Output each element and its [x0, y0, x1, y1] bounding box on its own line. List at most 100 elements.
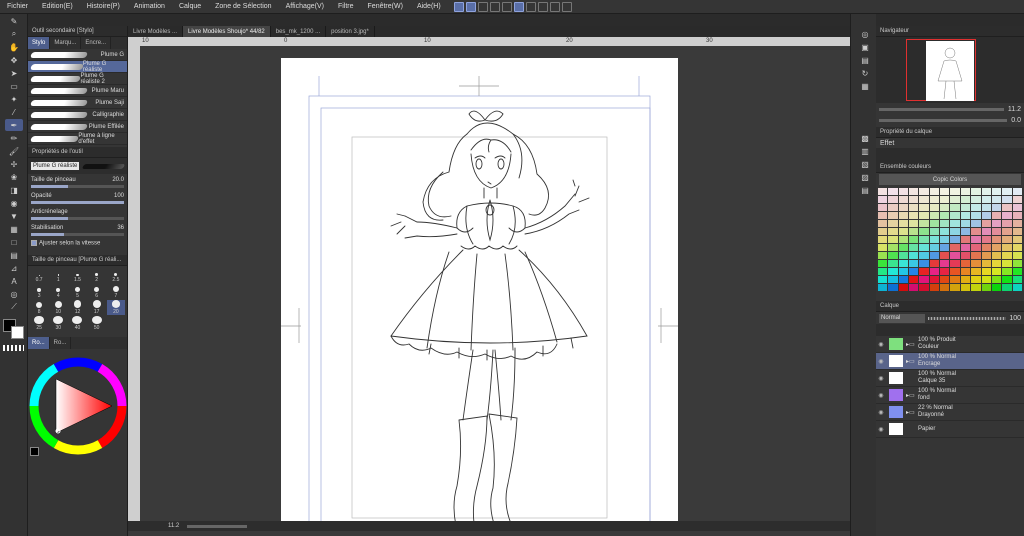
color-swatch[interactable] — [991, 244, 1002, 251]
menu-item[interactable]: Calque — [172, 3, 208, 10]
brush-size-option[interactable]: 6 — [88, 284, 106, 299]
color-swatch[interactable] — [971, 228, 981, 235]
color-swatch[interactable] — [971, 260, 981, 267]
sub-color-swatch[interactable] — [11, 326, 24, 339]
zoom-tool-icon[interactable]: ⌕ — [5, 28, 23, 40]
layer-toolbar[interactable] — [876, 324, 1024, 336]
tab-marqueur[interactable]: Marqu... — [50, 37, 82, 49]
tool-property-row[interactable]: Stabilisation 36 — [28, 222, 127, 233]
color-swatch[interactable] — [888, 268, 898, 275]
color-swatch[interactable] — [919, 260, 929, 267]
color-swatch[interactable] — [909, 204, 919, 211]
menu-item[interactable]: Fichier — [0, 3, 35, 10]
property-slider[interactable] — [31, 233, 124, 236]
color-wheel[interactable] — [28, 349, 127, 459]
blend-mode-select[interactable]: Normal — [879, 313, 925, 323]
color-swatch[interactable] — [950, 212, 960, 219]
color-swatch[interactable] — [971, 236, 981, 243]
color-swatch[interactable] — [940, 252, 950, 259]
brush-size-option[interactable]: 40 — [68, 316, 86, 331]
eye-icon[interactable]: ◉ — [876, 392, 886, 399]
color-swatch[interactable] — [981, 284, 991, 291]
brush-item[interactable]: Plume Effilée — [28, 121, 127, 133]
color-swatch[interactable] — [1012, 284, 1022, 291]
color-swatch[interactable] — [898, 188, 909, 195]
color-swatch[interactable] — [960, 236, 971, 243]
eye-icon[interactable]: ◉ — [876, 375, 886, 382]
eye-icon[interactable]: ◉ — [876, 341, 886, 348]
menu-item[interactable]: Filtre — [331, 3, 361, 10]
color-swatch[interactable] — [919, 268, 929, 275]
color-swatch[interactable] — [898, 284, 909, 291]
layer-row[interactable]: ◉ ▸▭ 100 % Normal Encrage — [876, 353, 1024, 370]
color-swatch[interactable] — [898, 196, 909, 203]
doc-tab-2[interactable]: Livre Modèles Shoujo* 44/82 — [183, 26, 271, 37]
color-swatch[interactable] — [950, 188, 960, 195]
brush-size-option[interactable]: 17 — [88, 300, 106, 315]
color-swatch[interactable] — [878, 204, 888, 211]
color-swatch[interactable] — [909, 260, 919, 267]
pointer-tool-icon[interactable]: ➤ — [5, 67, 23, 79]
color-swatch[interactable] — [950, 284, 960, 291]
color-set-select[interactable]: Copic Colors — [879, 174, 1021, 185]
color-swatch[interactable] — [950, 228, 960, 235]
layer-row[interactable]: ◉ Papier — [876, 421, 1024, 438]
menu-item[interactable]: Fenêtre(W) — [361, 3, 410, 10]
color-swatch[interactable] — [1002, 268, 1012, 275]
color-swatch[interactable] — [940, 188, 950, 195]
color-swatch[interactable] — [929, 276, 940, 283]
color-swatch[interactable] — [919, 252, 929, 259]
color-swatch[interactable] — [981, 204, 991, 211]
color-swatch[interactable] — [960, 252, 971, 259]
color-swatch[interactable] — [960, 228, 971, 235]
color-swatch[interactable] — [940, 220, 950, 227]
tool-property-row[interactable]: Taille de pinceau 20.0 — [28, 174, 127, 185]
color-swatch[interactable] — [878, 196, 888, 203]
color-swatch[interactable] — [991, 196, 1002, 203]
color-swatch[interactable] — [981, 212, 991, 219]
color-swatch[interactable] — [950, 196, 960, 203]
brush-size-option[interactable]: 5 — [68, 284, 86, 299]
zoom-slider[interactable] — [187, 524, 248, 528]
color-swatches[interactable] — [0, 317, 27, 343]
color-swatch[interactable] — [929, 244, 940, 251]
color-swatch[interactable] — [878, 276, 888, 283]
color-swatch[interactable] — [1012, 212, 1022, 219]
brush-size-option[interactable]: 1.5 — [68, 268, 86, 283]
material-icon[interactable]: ▤ — [856, 54, 874, 66]
color-swatch[interactable] — [919, 244, 929, 251]
color-swatch[interactable] — [878, 260, 888, 267]
color-swatch[interactable] — [1002, 188, 1012, 195]
color-swatch[interactable] — [940, 236, 950, 243]
color-palette[interactable] — [876, 186, 1024, 293]
color-swatch[interactable] — [991, 188, 1002, 195]
color-swatch[interactable] — [940, 244, 950, 251]
color-swatch[interactable] — [1002, 196, 1012, 203]
brush-item[interactable]: Plume Saji — [28, 97, 127, 109]
color-swatch[interactable] — [960, 276, 971, 283]
move-tool-icon[interactable]: ✥ — [5, 54, 23, 66]
color-swatch[interactable] — [888, 228, 898, 235]
color-swatch[interactable] — [940, 228, 950, 235]
color-swatch[interactable] — [1002, 220, 1012, 227]
airbrush-tool-icon[interactable]: ✢ — [5, 158, 23, 170]
gradient-tool-icon[interactable]: ▦ — [5, 223, 23, 235]
color-swatch[interactable] — [950, 220, 960, 227]
color-swatch[interactable] — [960, 212, 971, 219]
frame-tool-icon[interactable]: ▤ — [5, 249, 23, 261]
tab-color-2[interactable]: Ro... — [50, 337, 72, 349]
color-swatch[interactable] — [991, 212, 1002, 219]
color-swatch[interactable] — [940, 196, 950, 203]
color-slider-icon[interactable]: ▥ — [856, 145, 874, 157]
layer-row[interactable]: ◉ ▸▭ 100 % Produit Couleur — [876, 336, 1024, 353]
color-swatch[interactable] — [888, 260, 898, 267]
color-swatch[interactable] — [991, 268, 1002, 275]
property-value[interactable]: 100 — [114, 193, 124, 199]
color-swatch[interactable] — [981, 236, 991, 243]
color-swatch[interactable] — [919, 204, 929, 211]
figure-tool-icon[interactable]: □ — [5, 236, 23, 248]
transparent-color-icon[interactable] — [3, 345, 24, 351]
color-history-icon[interactable]: ▤ — [856, 184, 874, 196]
color-swatch[interactable] — [898, 252, 909, 259]
brush-size-option[interactable]: 12 — [68, 300, 86, 315]
